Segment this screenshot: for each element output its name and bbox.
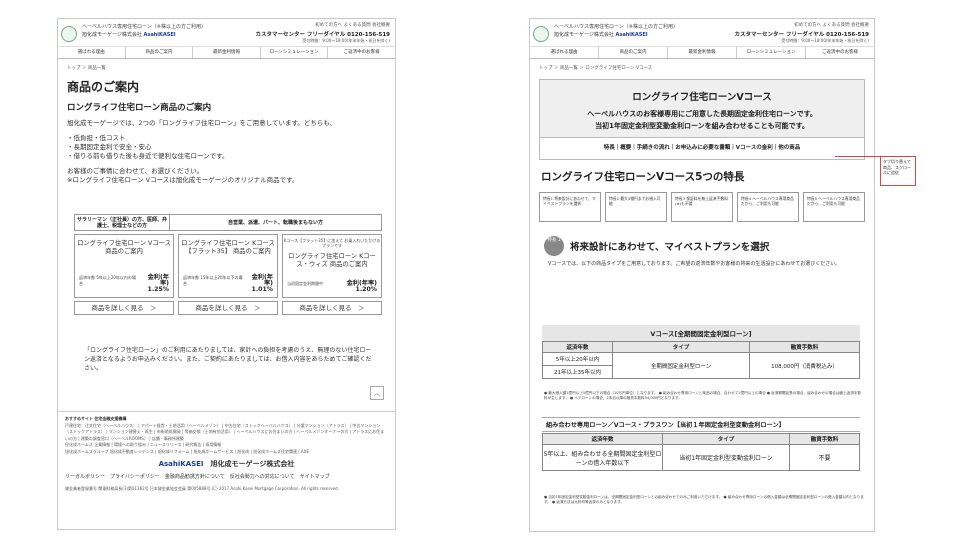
nav-item[interactable]: 商品のご案内 [126, 47, 194, 58]
table-cell: 21年以上35年以内 [542, 365, 613, 379]
annotation-pointer [835, 156, 880, 157]
company-logo[interactable] [61, 26, 77, 42]
copyright: 貸金業者登録番号 関東財務局長(3)第01362号 日本貸金業協会会員 第005… [65, 486, 339, 491]
intro-text: 旭化成モーゲージでは、2つの「ロングライフ住宅ローン」をご用意しています。どちら… [67, 119, 337, 127]
hero-banner: ロングライフ住宅ローンVコース ヘーベルハウスのお客様専用にご用意した長期固定金… [539, 79, 865, 138]
site-header: ヘーベルハウス専用住宅ローン（※株以上の方ご利用） 旭化成モーゲージ株式会社 A… [530, 19, 874, 47]
customer-center: カスタマーセンター フリーダイヤル 0120-156-519 [255, 32, 390, 38]
segment-salaried: サラリーマン（正社員）の方、医師、弁護士、税理士などの方 [75, 215, 170, 230]
header-links[interactable]: 初めての方へ よくある質問 会社概要 [794, 22, 869, 28]
section-title: ロングライフ住宅ローンVコース5つの特長 [541, 171, 745, 183]
table-title: Vコース[全期間固定金利型ローン] [542, 325, 860, 341]
rate-value: 金利(年率) 1.20% [346, 280, 377, 293]
feature-steps: 特長1 将来設計にあわせて、マイベストプランを選択 特長2 最大3億円までお借入… [539, 192, 865, 222]
product-card[interactable]: Kコース【フラット35】に加えて お乗入れいただけるプランです ロングライフ住宅… [282, 234, 382, 298]
product-note: Kコース【フラット35】に加えて お乗入れいただけるプランです [283, 238, 381, 248]
table-header: 返済年数 [542, 341, 613, 353]
benefit-item: ・借りる前も借りた後も身近で便利な住宅ローンです。 [67, 152, 229, 160]
combo-loan-title: 組み合わせ専用ローン／Vコース・プラスワン【当初１年固定金利型変動金利ローン】 [542, 417, 860, 432]
footer-links[interactable]: 戸建住宅：注文住宅（ヘーベルハウス） | アパート経営・土地活用（ヘーベルメゾン… [65, 423, 388, 443]
product-grid: サラリーマン（正社員）の方、医師、弁護士、税理士などの方 自営業、派遣、パート、… [74, 214, 382, 315]
table-cell: 不要 [789, 444, 860, 471]
rate-table: 返済年数 タイプ 融資手数料 5年以上20年以内 全期間固定金利型ローン 108… [542, 341, 860, 379]
feature-step[interactable]: 特長1 将来設計にあわせて、マイベストプランを選択 [539, 192, 601, 222]
table-cell: 108,000円（消費税込み） [749, 352, 860, 379]
table-cell: 全期間固定金利型ローン [612, 352, 750, 379]
table-header: タイプ [662, 433, 790, 445]
rate-term: 当初固定金利期間中 [287, 281, 323, 286]
rate-term: 返済年数 5年以上20年以内の場合 [79, 275, 136, 286]
nav-item[interactable]: ローンシミュレーション [737, 47, 806, 58]
nav-item[interactable]: 選ばれる理由 [58, 47, 126, 58]
office-hours: 受付時間：9:00～18:00(年末年始・祝日を除く) [302, 38, 390, 43]
annotation-note: タブ切り替えで商品、スクロールに追従 [880, 156, 916, 186]
table-header: 返済年数 [542, 433, 663, 445]
table-cell: 5年以上、組み合わせる全期間固定金利型ローンの借入年数以下 [542, 444, 663, 471]
benefit-item: ・長期固定金利で安全・安心 [67, 143, 152, 151]
office-hours: 受付時間：9:00～18:00(年末年始・祝日を除く) [781, 38, 869, 43]
detail-button[interactable]: 商品を詳しく見る ＞ [282, 301, 382, 315]
page-title: 商品のご案内 [67, 80, 140, 94]
table-notes: ● 最大借入額1億円以上5億円以下の場合（10万円単位）となります。 ● 組み合… [544, 391, 861, 401]
feature-body: Vコースでは、以下の商品タイプをご用意しております。ご希望の返済年数やお客様の将… [548, 261, 841, 267]
nav-item[interactable]: 最新金利情報 [193, 47, 261, 58]
footer-links[interactable]: 旭化成ホームズグループ 旭化成不動産レジデンス | 旭化成リフォーム | 旭化成… [65, 449, 388, 456]
nav-item[interactable]: 最新金利情報 [668, 47, 737, 58]
intro-text: お客様のご事情に合わせて、お選びください。 [67, 167, 204, 175]
section-title: ロングライフ住宅ローン商品のご案内 [67, 103, 212, 113]
segment-header: サラリーマン（正社員）の方、医師、弁護士、税理士などの方 自営業、派遣、パート、… [74, 214, 382, 231]
rate-value: 金利(年率) 1.25% [147, 274, 169, 293]
rate-term: 返済年数 15年以上20年以下の場合 [183, 275, 243, 286]
feature-step[interactable]: 特長3 保証料を無上返済手数料(※)も不要 [671, 192, 733, 222]
table-cell: 当初1年固定金利型変動金利ローン [662, 444, 790, 471]
feature-step[interactable]: 特長4 ヘーベルハウス専用商品だから、ご利用も可能 [737, 192, 799, 222]
global-nav: 選ばれる理由 商品のご案内 最新金利情報 ローンシミュレーション ご返済中のお客… [530, 47, 874, 59]
hero-title: ロングライフ住宅ローンVコース [632, 92, 772, 103]
header-links[interactable]: 初めての方へ よくある質問 会社概要 [315, 22, 390, 28]
table-header: タイプ [612, 341, 750, 353]
nav-item[interactable]: ご返済中のお客様 [328, 47, 395, 58]
v-course-page: ヘーベルハウス専用住宅ローン（※株以上の方ご利用） 旭化成モーゲージ株式会社 A… [529, 18, 875, 532]
product-card[interactable]: ロングライフ住宅ローン Kコース 【フラット35】 商品のご案内 返済年数 15… [178, 234, 278, 298]
detail-button[interactable]: 商品を詳しく見る ＞ [178, 301, 278, 315]
nav-item[interactable]: 商品のご案内 [599, 47, 668, 58]
table-header: 融資手数料 [749, 341, 860, 353]
product-name: ロングライフ住宅ローン Kコース 【フラット35】 商品のご案内 [181, 240, 275, 255]
detail-button[interactable]: 商品を詳しく見る ＞ [74, 301, 174, 315]
intro-text: ※ロングライフ住宅ローン Vコースは旭化成モーゲージのオリジナル商品です。 [67, 176, 299, 184]
table-cell: 5年以上20年以内 [542, 352, 613, 366]
global-nav: 選ばれる理由 商品のご案内 最新金利情報 ローンシミュレーション ご返済中のお客… [58, 47, 395, 59]
feature-step[interactable]: 特長5 ヘーベルハウス専用商品だから、ご利用も可能 [803, 192, 865, 222]
product-name: ロングライフ住宅ローン Kコース・ウィズ 商品のご案内 [288, 253, 376, 268]
site-header: ヘーベルハウス専用住宅ローン（※株以上の方ご利用） 旭化成モーゲージ株式会社 A… [58, 19, 395, 47]
site-footer: おすすめサイト 住宅金融支援機構 戸建住宅：注文住宅（ヘーベルハウス） | アパ… [58, 411, 395, 497]
feature-title: 将来設計にあわせて、マイベストプランを選択 [570, 242, 770, 253]
benefit-item: ・低負担・低コスト [67, 134, 126, 142]
table-notes: ● 当初1年固定金利型変動金利ローンは、全期間固定金利型ローンとの組み合わせでの… [544, 495, 864, 505]
product-name: ロングライフ住宅ローン Vコース 商品のご案内 [77, 240, 171, 255]
nav-item[interactable]: 選ばれる理由 [530, 47, 599, 58]
segment-selfemployed: 自営業、派遣、パート、転職後まもない方 [228, 219, 323, 226]
feature-heading: 特長 1 将来設計にあわせて、マイベストプランを選択 [544, 236, 874, 256]
hero-subtitle: ヘーベルハウスのお客様専用にご用意した長期固定金利住宅ローンです。 [587, 110, 817, 118]
company-logo[interactable] [533, 26, 549, 42]
page-tabs[interactable]: 特長｜概要｜手続きの流れ｜お申込みに必要な書類｜Vコースの金利｜他の商品 [539, 138, 865, 160]
products-page: ヘーベルハウス専用住宅ローン（※株以上の方ご利用） 旭化成モーゲージ株式会社 A… [57, 18, 396, 530]
customer-center: カスタマーセンター フリーダイヤル 0120-156-519 [734, 32, 869, 38]
footer-policies[interactable]: リーガルポリシー プライバシーポリシー 金融商品勧誘方針について 反社会勢力への… [65, 474, 388, 481]
product-card[interactable]: ロングライフ住宅ローン Vコース 商品のご案内 返済年数 5年以上20年以内の場… [74, 234, 174, 298]
back-to-top-button[interactable]: ︿ [370, 386, 384, 400]
table-header: 融資手数料 [789, 433, 860, 445]
feature-badge: 特長 1 [544, 236, 564, 256]
usage-note: 「ロングライフ住宅ローン」のご利用にあたりましては、家計への負担を考慮のうえ、無… [84, 347, 372, 372]
feature-step[interactable]: 特長2 最大3億円までお借入可能 [605, 192, 667, 222]
nav-item[interactable]: ご返済中のお客様 [806, 47, 874, 58]
footer-brand: AsahiKASEI 旭化成モーゲージ株式会社 [158, 460, 295, 468]
rate-value: 金利(年率) 1.01% [251, 274, 273, 293]
breadcrumb[interactable]: トップ ＞ 商品一覧 [58, 59, 395, 71]
combo-rate-table: 返済年数 タイプ 融資手数料 5年以上、組み合わせる全期間固定金利型ローンの借入… [542, 433, 860, 471]
nav-item[interactable]: ローンシミュレーション [261, 47, 329, 58]
hero-subtitle: 当初1年固定金利型変動金利ローンを組み合わせることも可能です。 [595, 122, 809, 130]
breadcrumb[interactable]: トップ ＞ 商品一覧 ＞ ロングライフ住宅ローン Vコース [530, 59, 874, 71]
